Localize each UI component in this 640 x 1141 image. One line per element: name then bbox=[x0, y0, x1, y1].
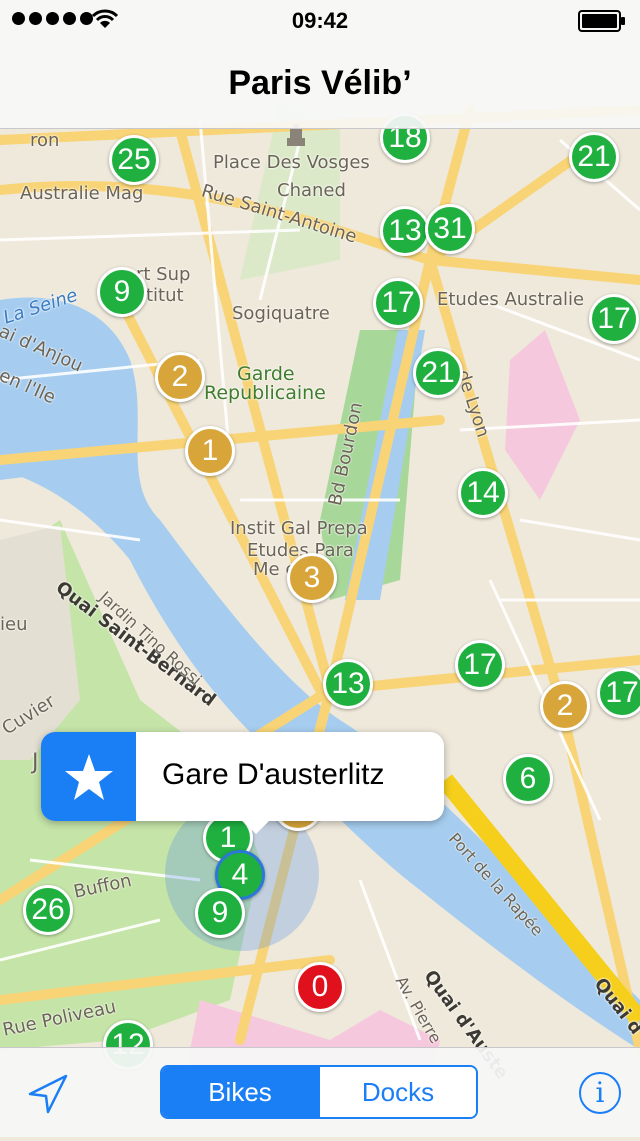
map-label-sogiquatre: Sogiquatre bbox=[232, 303, 330, 324]
map-label-titut: titut bbox=[146, 285, 184, 306]
navigation-bar: Paris Vélib’ bbox=[0, 40, 640, 129]
battery-icon bbox=[578, 10, 625, 32]
station-callout[interactable]: Gare D'austerlitz bbox=[41, 732, 444, 834]
station-marker[interactable]: 9 bbox=[195, 888, 245, 938]
station-marker[interactable]: 17 bbox=[597, 668, 640, 718]
map-label-instit: Instit Gal Prepa bbox=[230, 518, 368, 539]
callout-pointer bbox=[240, 818, 272, 834]
station-marker[interactable]: 2 bbox=[155, 352, 205, 402]
station-marker[interactable]: 31 bbox=[425, 204, 475, 254]
callout-title: Gare D'austerlitz bbox=[162, 758, 385, 791]
map-label-etudes-australie: Etudes Australie bbox=[437, 289, 585, 310]
station-marker[interactable]: 6 bbox=[503, 754, 553, 804]
station-marker[interactable]: 2 bbox=[540, 681, 590, 731]
location-arrow-icon[interactable] bbox=[22, 1072, 72, 1116]
station-marker[interactable]: 9 bbox=[97, 267, 147, 317]
star-icon bbox=[64, 753, 113, 800]
station-marker[interactable]: 13 bbox=[380, 206, 430, 256]
status-time: 09:42 bbox=[291, 8, 349, 33]
station-marker[interactable]: 17 bbox=[373, 278, 423, 328]
station-marker[interactable]: 17 bbox=[455, 640, 505, 690]
bottom-toolbar: Bikes Docks i bbox=[0, 1047, 640, 1137]
station-marker[interactable]: 21 bbox=[413, 348, 463, 398]
station-marker[interactable]: 3 bbox=[287, 553, 337, 603]
station-marker[interactable]: 13 bbox=[323, 659, 373, 709]
map-label-republicaine: Republicaine bbox=[204, 382, 326, 404]
station-marker[interactable]: 1 bbox=[185, 426, 235, 476]
map-label-ron: ron bbox=[30, 130, 60, 151]
bikes-docks-segmented-control[interactable]: Bikes Docks bbox=[160, 1065, 478, 1119]
station-marker[interactable]: 0 bbox=[295, 962, 345, 1012]
station-marker[interactable]: 14 bbox=[458, 468, 508, 518]
map-label-place-des-vosges: Place Des Vosges bbox=[213, 152, 370, 173]
page-title: Paris Vélib’ bbox=[228, 64, 412, 102]
info-icon[interactable]: i bbox=[579, 1072, 621, 1114]
segment-docks[interactable]: Docks bbox=[318, 1067, 476, 1117]
status-bar: 09:42 bbox=[0, 0, 640, 40]
map-label-australie-mag: Australie Mag bbox=[20, 183, 144, 204]
segment-bikes[interactable]: Bikes bbox=[162, 1067, 318, 1117]
station-marker[interactable]: 25 bbox=[109, 135, 159, 185]
station-marker[interactable]: 21 bbox=[569, 132, 619, 182]
favorite-button[interactable] bbox=[41, 732, 136, 821]
station-marker[interactable]: 17 bbox=[589, 294, 639, 344]
map-label-chaned: Chaned bbox=[277, 180, 346, 201]
station-marker[interactable]: 26 bbox=[23, 885, 73, 935]
map-label-j: J bbox=[32, 750, 39, 775]
map-label-ieu: ieu bbox=[0, 614, 28, 635]
